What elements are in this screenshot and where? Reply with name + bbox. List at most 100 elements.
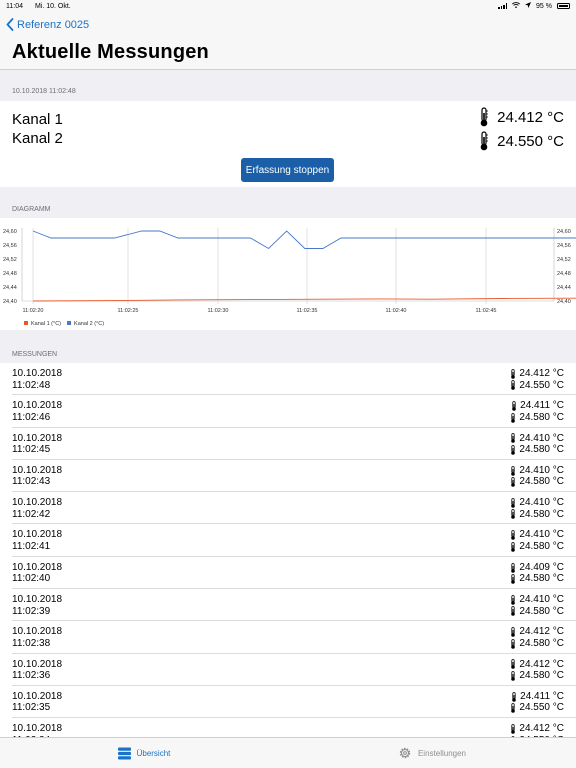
thermometer-icon — [512, 691, 516, 702]
status-time: 11:04 — [6, 2, 23, 10]
measurement-k1-value: 24.410 °C — [519, 529, 564, 541]
measurement-channel-2: 24.580 °C — [510, 541, 564, 553]
stop-recording-button[interactable]: Erfassung stoppen — [241, 158, 334, 182]
measurement-row[interactable]: 10.10.2018 11:02:46 24.411 °C 24.580 °C — [12, 395, 576, 428]
measurement-datetime: 10.10.2018 11:02:35 — [12, 691, 62, 714]
thermometer-icon — [511, 368, 516, 379]
measurement-date: 10.10.2018 — [12, 561, 63, 573]
series-line-1 — [32, 297, 576, 302]
measurement-date: 10.10.2018 — [12, 690, 63, 702]
measurement-time: 11:02:42 — [12, 508, 51, 520]
measurement-time: 11:02:38 — [12, 637, 51, 649]
thermometer-icon — [511, 627, 516, 637]
measurement-values: 24.410 °C 24.580 °C — [510, 497, 564, 520]
measurements-list[interactable]: 10.10.2018 11:02:48 24.412 °C 24.550 °C 10.1… — [0, 363, 576, 737]
thermometer-icon — [511, 574, 516, 584]
thermometer-icon — [511, 541, 516, 552]
measurement-k2-value: 24.580 °C — [519, 605, 564, 617]
status-bar: 11:04 Mi. 10. Okt. 95 % — [0, 0, 576, 12]
back-button[interactable]: Referenz 0025 — [6, 18, 89, 31]
thermometer-icon — [511, 412, 516, 423]
thermometer-icon — [511, 594, 516, 605]
thermometer-icon — [511, 703, 516, 714]
y-tick-label-right: 24,60 — [557, 229, 571, 235]
measurement-date: 10.10.2018 — [12, 529, 63, 541]
measurement-row[interactable]: 10.10.2018 11:02:41 24.410 °C 24.580 °C — [12, 524, 576, 557]
y-tick-label-left: 24,48 — [3, 271, 17, 277]
list-icon — [117, 747, 131, 759]
thermometer-icon — [511, 606, 516, 617]
thermometer-icon — [511, 530, 516, 541]
tab-settings[interactable]: Einstellungen — [288, 738, 576, 768]
channel-1-value: 24.412 °C — [497, 108, 564, 126]
measurement-row[interactable]: 10.10.2018 11:02:39 24.410 °C 24.580 °C — [12, 589, 576, 622]
measurement-time: 11:02:39 — [12, 605, 51, 617]
measurement-k1-value: 24.411 °C — [520, 690, 564, 702]
measurement-row[interactable]: 10.10.2018 11:02:43 24.410 °C 24.580 °C — [12, 460, 576, 493]
tab-settings-label: Einstellungen — [417, 748, 467, 758]
measurement-k2-value: 24.550 °C — [519, 702, 564, 714]
legend-label-2: Kanal 2 (°C) — [74, 321, 104, 327]
measurement-values: 24.412 °C 24.580 °C — [510, 659, 564, 682]
thermometer-icon — [511, 465, 516, 476]
battery-icon — [557, 3, 570, 9]
measurement-time: 11:02:43 — [12, 476, 51, 488]
measurement-date: 10.10.2018 — [12, 432, 63, 444]
measurement-row[interactable]: 10.10.2018 11:02:48 24.412 °C 24.550 °C — [12, 363, 576, 396]
measurement-datetime: 10.10.2018 11:02:42 — [12, 497, 62, 520]
thermometer-icon — [511, 433, 516, 444]
measurement-channel-2: 24.580 °C — [510, 670, 564, 682]
measurement-date: 10.10.2018 — [12, 497, 63, 509]
current-timestamp: 10.10.2018 11:02:48 — [12, 88, 76, 95]
measurement-channel-1: 24.410 °C — [510, 529, 564, 541]
measurement-channel-2: 24.580 °C — [510, 412, 564, 424]
thermometer-icon — [480, 107, 489, 127]
measurement-k2-value: 24.580 °C — [519, 411, 564, 423]
measurement-k2-value: 24.580 °C — [519, 476, 564, 488]
back-button-label: Referenz 0025 — [17, 18, 90, 31]
measurement-channel-1: 24.410 °C — [510, 497, 564, 509]
measurement-row[interactable]: 10.10.2018 11:02:45 24.410 °C 24.580 °C — [12, 428, 576, 460]
measurement-datetime: 10.10.2018 11:02:39 — [12, 594, 62, 617]
measurement-channel-1: 24.412 °C — [510, 723, 564, 735]
battery-percent: 95 % — [536, 2, 552, 10]
measurement-row[interactable]: 10.10.2018 11:02:40 24.409 °C 24.580 °C — [12, 557, 576, 590]
measurement-channel-1: 24.410 °C — [510, 594, 564, 606]
x-tick-label: 11:02:35 — [296, 308, 317, 314]
location-arrow-icon — [525, 2, 532, 10]
tab-overview[interactable]: Übersicht — [0, 738, 288, 768]
measurement-datetime: 10.10.2018 11:02:38 — [12, 626, 62, 649]
measurement-row[interactable]: 10.10.2018 11:02:36 24.412 °C 24.580 °C — [12, 654, 576, 686]
measurement-k2-value: 24.580 °C — [519, 637, 564, 649]
y-tick-label-right: 24,48 — [557, 271, 571, 277]
legend-swatch-1 — [24, 321, 28, 325]
measurement-values: 24.410 °C 24.580 °C — [510, 529, 564, 552]
cellular-signal-icon — [498, 3, 508, 9]
measurement-values: 24.411 °C 24.580 °C — [510, 400, 564, 423]
measurement-values: 24.409 °C 24.580 °C — [510, 562, 564, 585]
y-tick-label-left: 24,56 — [3, 243, 17, 249]
measurement-k2-value: 24.580 °C — [519, 508, 564, 520]
channel-2-value-group: 24.550 °C — [479, 131, 564, 151]
measurement-row[interactable]: 10.10.2018 11:02:38 24.412 °C 24.580 °C — [12, 621, 576, 654]
y-tick-label-left: 24,60 — [3, 229, 17, 235]
measurement-channel-2: 24.580 °C — [510, 509, 564, 521]
measurement-time: 11:02:40 — [12, 573, 51, 585]
measurement-row[interactable]: 10.10.201811:02:34 24.412 °C24.550 °C — [12, 718, 576, 737]
thermometer-icon — [511, 562, 516, 573]
measurement-k2-value: 24.580 °C — [519, 670, 564, 682]
status-date: Mi. 10. Okt. — [34, 2, 71, 10]
measurement-values: 24.412 °C24.550 °C — [510, 723, 564, 737]
channel-2-value: 24.550 °C — [497, 132, 564, 150]
thermometer-icon — [511, 380, 516, 391]
measurement-row[interactable]: 10.10.2018 11:02:35 24.411 °C 24.550 °C — [12, 686, 576, 719]
measurement-datetime: 10.10.2018 11:02:41 — [12, 529, 62, 552]
x-tick-label: 11:02:20 — [22, 308, 43, 314]
measurement-k1-value: 24.412 °C — [519, 626, 564, 638]
tab-overview-label: Übersicht — [136, 748, 171, 758]
measurement-k1-value: 24.412 °C — [519, 368, 564, 379]
measurement-date: 10.10.2018 — [12, 464, 63, 476]
thermometer-icon — [480, 131, 489, 151]
measurement-row[interactable]: 10.10.2018 11:02:42 24.410 °C 24.580 °C — [12, 492, 576, 525]
measurement-datetime: 10.10.2018 11:02:46 — [12, 400, 62, 423]
